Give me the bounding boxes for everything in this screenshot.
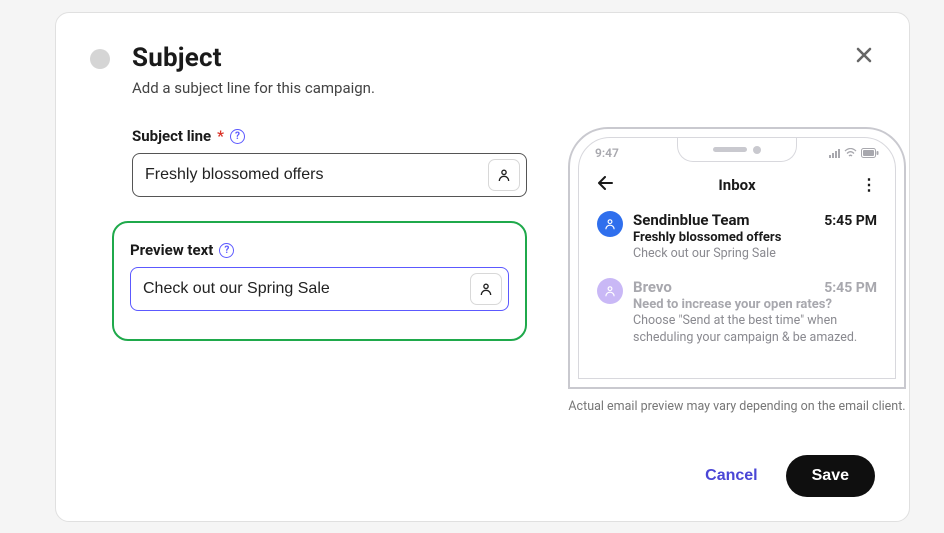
- modal-title: Subject: [132, 43, 853, 73]
- person-icon: [478, 281, 494, 297]
- person-icon: [603, 284, 617, 298]
- notch-speaker: [713, 147, 747, 152]
- phone-notch: [677, 138, 797, 162]
- help-icon[interactable]: ?: [219, 243, 234, 258]
- email-time: 5:45 PM: [824, 280, 877, 296]
- subject-line-label: Subject line: [132, 127, 211, 145]
- help-icon[interactable]: ?: [230, 129, 245, 144]
- close-icon[interactable]: [853, 43, 875, 72]
- person-icon: [603, 217, 617, 231]
- preview-text-input-wrap: [130, 267, 509, 311]
- person-icon: [496, 167, 512, 183]
- preview-text-input[interactable]: [143, 280, 470, 298]
- back-arrow-icon[interactable]: [597, 174, 613, 195]
- email-item: Sendinblue Team 5:45 PM Freshly blossome…: [579, 205, 895, 272]
- personalize-button[interactable]: [488, 159, 520, 191]
- email-preview: Check out our Spring Sale: [633, 246, 877, 262]
- modal-footer: Cancel Save: [697, 455, 875, 497]
- more-icon[interactable]: ⋮: [861, 175, 877, 194]
- required-marker: *: [217, 127, 224, 145]
- battery-icon: [861, 148, 879, 158]
- save-button[interactable]: Save: [786, 455, 875, 497]
- signal-icon: [829, 149, 840, 158]
- email-subject: Freshly blossomed offers: [633, 230, 877, 245]
- subject-modal: Subject Add a subject line for this camp…: [55, 12, 910, 522]
- preview-text-highlight: Preview text ?: [112, 221, 527, 341]
- email-preview: Choose "Send at the best time" when sche…: [633, 313, 877, 346]
- preview-text-label: Preview text: [130, 241, 213, 259]
- inbox-title: Inbox: [718, 176, 755, 194]
- personalize-button[interactable]: [470, 273, 502, 305]
- modal-header: Subject Add a subject line for this camp…: [90, 43, 875, 97]
- email-body: Sendinblue Team 5:45 PM Freshly blossome…: [633, 211, 877, 262]
- status-clock: 9:47: [595, 146, 619, 160]
- modal-subtitle: Add a subject line for this campaign.: [132, 79, 853, 97]
- phone-mockup: 9:47 Inbox: [568, 127, 906, 389]
- form-column: Subject line * ? Preview text ?: [132, 127, 527, 414]
- email-item: Brevo 5:45 PM Need to increase your open…: [579, 272, 895, 356]
- avatar: [597, 278, 623, 304]
- inbox-header: Inbox ⋮: [579, 160, 895, 205]
- subject-line-input[interactable]: [145, 166, 488, 184]
- subject-line-input-wrap: [132, 153, 527, 197]
- email-sender: Brevo: [633, 278, 672, 296]
- email-top-row: Sendinblue Team 5:45 PM: [633, 211, 877, 229]
- email-sender: Sendinblue Team: [633, 211, 750, 229]
- content-row: Subject line * ? Preview text ?: [132, 127, 875, 414]
- cancel-button[interactable]: Cancel: [697, 457, 765, 495]
- phone-screen: 9:47 Inbox: [578, 137, 896, 379]
- email-body: Brevo 5:45 PM Need to increase your open…: [633, 278, 877, 346]
- email-time: 5:45 PM: [824, 213, 877, 229]
- step-indicator: [90, 49, 110, 69]
- preview-column: 9:47 Inbox: [557, 127, 917, 414]
- title-block: Subject Add a subject line for this camp…: [132, 43, 853, 97]
- preview-note: Actual email preview may vary depending …: [557, 399, 917, 414]
- avatar: [597, 211, 623, 237]
- email-top-row: Brevo 5:45 PM: [633, 278, 877, 296]
- preview-text-label-row: Preview text ?: [130, 241, 509, 259]
- email-subject: Need to increase your open rates?: [633, 297, 877, 312]
- wifi-icon: [844, 148, 857, 158]
- subject-line-label-row: Subject line * ?: [132, 127, 527, 145]
- status-icons: [829, 146, 879, 160]
- notch-camera: [753, 146, 761, 154]
